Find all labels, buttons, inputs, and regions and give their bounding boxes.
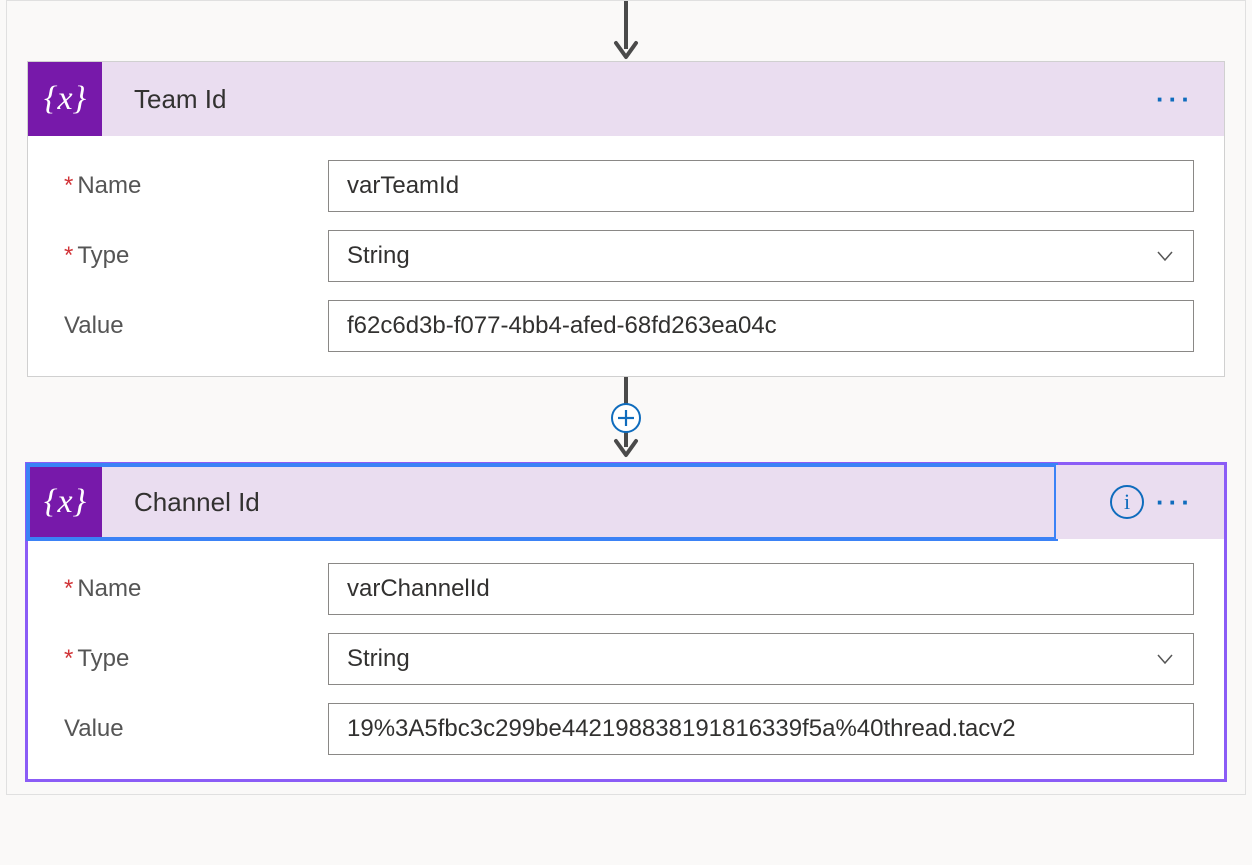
select-type[interactable]: String	[328, 633, 1194, 685]
header-actions: i ···	[1056, 465, 1224, 539]
input-value[interactable]	[328, 300, 1194, 352]
input-value[interactable]	[328, 703, 1194, 755]
select-type-value: String	[347, 242, 410, 270]
flow-canvas: {x} Team Id ··· *Name *Type String Value	[6, 0, 1246, 795]
card-title: Channel Id	[102, 487, 1056, 518]
action-card-channel-id[interactable]: {x} Channel Id i ··· *Name *Type String	[25, 462, 1227, 782]
info-icon[interactable]: i	[1110, 485, 1144, 519]
input-name[interactable]	[328, 563, 1194, 615]
connector-arrow	[7, 377, 1245, 462]
label-type: *Type	[58, 645, 328, 673]
select-type[interactable]: String	[328, 230, 1194, 282]
label-value: Value	[58, 715, 328, 743]
connector-arrow	[7, 1, 1245, 61]
chevron-down-icon	[1155, 246, 1175, 266]
plus-icon	[617, 409, 635, 427]
label-name: *Name	[58, 172, 328, 200]
card-body: *Name *Type String Value	[28, 539, 1224, 779]
add-step-button[interactable]	[611, 403, 641, 433]
select-type-value: String	[347, 645, 410, 673]
card-header[interactable]: {x} Channel Id	[28, 465, 1056, 539]
action-card-team-id[interactable]: {x} Team Id ··· *Name *Type String Value	[27, 61, 1225, 377]
card-header[interactable]: {x} Team Id ···	[28, 62, 1224, 136]
label-type: *Type	[58, 242, 328, 270]
card-body: *Name *Type String Value	[28, 136, 1224, 376]
card-title: Team Id	[102, 84, 1156, 115]
label-value: Value	[58, 312, 328, 340]
chevron-down-icon	[1155, 649, 1175, 669]
label-name: *Name	[58, 575, 328, 603]
variable-icon: {x}	[28, 62, 102, 136]
input-name[interactable]	[328, 160, 1194, 212]
variable-icon: {x}	[28, 465, 102, 539]
